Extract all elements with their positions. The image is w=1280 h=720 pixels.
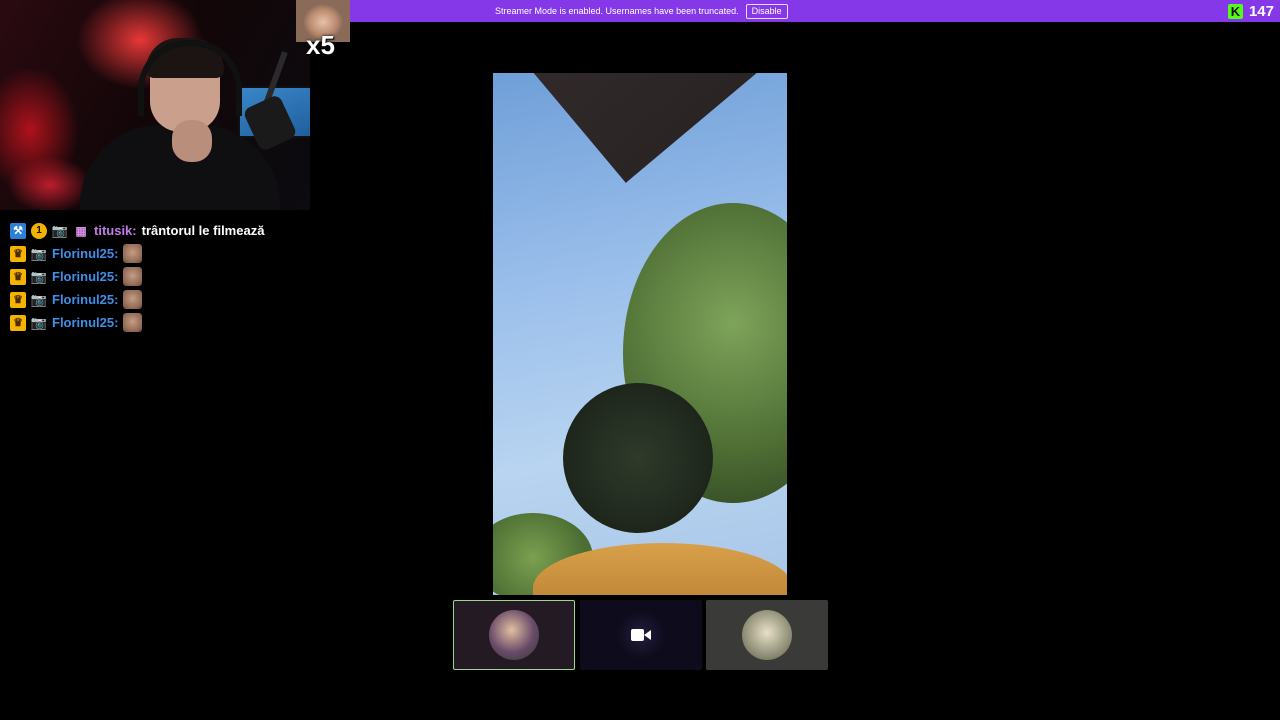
participant-tile-1[interactable] <box>453 600 575 670</box>
camera-badge-icon: 📷 <box>30 268 48 284</box>
main-video-feed[interactable] <box>493 73 787 595</box>
camera-badge-icon: 📷 <box>51 222 69 238</box>
tree-foliage-dark <box>563 383 713 533</box>
participant-avatar <box>489 610 539 660</box>
chat-message-text: trântorul le filmează <box>141 223 265 238</box>
alert-overlay: x5 <box>296 0 350 60</box>
crown-badge-icon: ♛ <box>10 268 26 285</box>
chat-message: ♛ 📷 Florinul25: <box>10 311 264 334</box>
video-camera-icon <box>631 629 651 641</box>
streamer-hand <box>172 120 212 162</box>
chat-username[interactable]: titusik: <box>94 223 137 238</box>
viewer-count-number: 147 <box>1248 2 1274 20</box>
chat-emote <box>123 290 143 309</box>
streamer-webcam <box>0 0 310 210</box>
disable-streamer-mode-button[interactable]: Disable <box>745 3 788 19</box>
pickaxe-badge-icon: ⚒ <box>10 222 26 239</box>
chat-emote <box>123 267 143 286</box>
chat-list: ⚒ 1 📷 ▦ titusik: trântorul le filmează ♛… <box>10 219 264 334</box>
chat-message: ⚒ 1 📷 ▦ titusik: trântorul le filmează <box>10 219 264 242</box>
chat-username[interactable]: Florinul25: <box>52 315 118 330</box>
chat-emote <box>123 244 143 263</box>
banner-text: Streamer Mode is enabled. Usernames have… <box>495 6 739 16</box>
viewer-count: K 147 <box>1227 0 1274 22</box>
chat-username[interactable]: Florinul25: <box>52 269 118 284</box>
participant-avatar <box>742 610 792 660</box>
participant-tile-3[interactable] <box>706 600 828 670</box>
sub-badge-icon: 1 <box>31 222 47 239</box>
crown-badge-icon: ♛ <box>10 245 26 262</box>
kick-logo-letter: K <box>1230 3 1241 19</box>
gift-badge-icon: ▦ <box>75 223 87 238</box>
chat-message: ♛ 📷 Florinul25: <box>10 242 264 265</box>
banner-content: Streamer Mode is enabled. Usernames have… <box>495 0 788 22</box>
chat-username[interactable]: Florinul25: <box>52 246 118 261</box>
camera-badge-icon: 📷 <box>30 291 48 307</box>
kick-logo-icon: K <box>1227 3 1243 19</box>
crown-badge-icon: ♛ <box>10 314 26 331</box>
streamer-mode-banner: Streamer Mode is enabled. Usernames have… <box>350 0 1280 22</box>
crown-badge-icon: ♛ <box>10 291 26 308</box>
chat-message: ♛ 📷 Florinul25: <box>10 288 264 311</box>
chat-message: ♛ 📷 Florinul25: <box>10 265 264 288</box>
chat-emote <box>123 313 143 332</box>
camera-badge-icon: 📷 <box>30 314 48 330</box>
participant-avatar <box>616 610 666 660</box>
roof-eave <box>493 73 787 183</box>
alert-multiplier: x5 <box>306 30 335 60</box>
camera-badge-icon: 📷 <box>30 245 48 261</box>
chat-username[interactable]: Florinul25: <box>52 292 118 307</box>
participant-tile-2[interactable] <box>580 600 702 670</box>
